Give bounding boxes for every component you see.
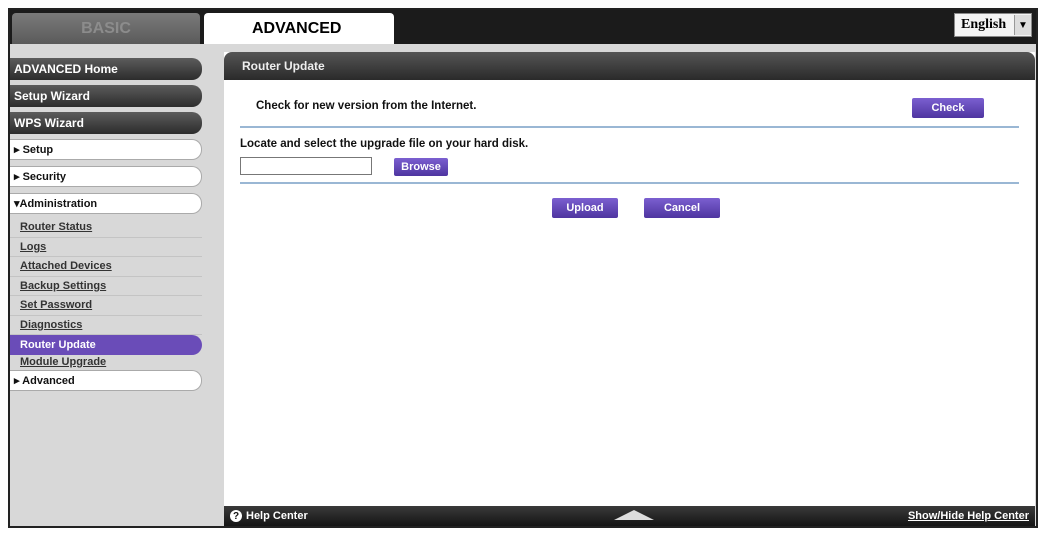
sidebar-item-setup[interactable]: ▸ Setup	[10, 139, 202, 160]
sidebar-subitem-module-upgrade[interactable]: Module Upgrade	[10, 355, 202, 370]
sidebar-item-advanced[interactable]: ▸ Advanced	[10, 369, 202, 391]
show-hide-help-center-link[interactable]: Show/Hide Help Center	[908, 510, 1029, 522]
help-center-bar: ? Help Center Show/Hide Help Center	[224, 506, 1035, 526]
main-panel: Router Update Check for new version from…	[224, 52, 1035, 518]
language-select[interactable]: English ▼	[954, 13, 1032, 37]
sidebar-subitem-set-password[interactable]: Set Password	[10, 296, 202, 316]
expand-handle-icon[interactable]	[614, 510, 654, 520]
locate-file-text: Locate and select the upgrade file on yo…	[240, 138, 529, 150]
upgrade-file-input[interactable]	[240, 157, 372, 175]
upload-button[interactable]: Upload	[552, 198, 618, 218]
tab-basic[interactable]: BASIC	[12, 13, 200, 44]
browse-button[interactable]: Browse	[394, 158, 448, 176]
cancel-button[interactable]: Cancel	[644, 198, 720, 218]
help-center-label: Help Center	[246, 510, 308, 522]
sidebar-item-security[interactable]: ▸ Security	[10, 166, 202, 187]
router-admin-window: BASIC ADVANCED English ▼ ADVANCED Home S…	[8, 8, 1038, 528]
divider	[240, 182, 1019, 184]
sidebar-item-administration[interactable]: ▾Administration	[10, 193, 202, 214]
language-selected-value: English	[961, 17, 1007, 32]
tab-advanced[interactable]: ADVANCED	[204, 13, 394, 44]
check-version-text: Check for new version from the Internet.	[256, 100, 477, 112]
help-center-link[interactable]: ? Help Center	[230, 510, 308, 522]
sidebar-nav: ADVANCED Home Setup Wizard WPS Wizard ▸ …	[10, 58, 202, 397]
check-button[interactable]: Check	[912, 98, 984, 118]
sidebar-subitem-router-update[interactable]: Router Update	[10, 335, 202, 355]
divider	[240, 126, 1019, 128]
help-icon: ?	[230, 510, 242, 522]
sidebar-subitem-backup-settings[interactable]: Backup Settings	[10, 277, 202, 296]
administration-submenu: Router Status Logs Attached Devices Back…	[10, 218, 202, 370]
sidebar-item-setup-wizard[interactable]: Setup Wizard	[10, 85, 202, 107]
sidebar-subitem-diagnostics[interactable]: Diagnostics	[10, 316, 202, 335]
chevron-down-icon[interactable]: ▼	[1014, 15, 1031, 35]
sidebar-item-advanced-home[interactable]: ADVANCED Home	[10, 58, 202, 80]
sidebar-subitem-router-status[interactable]: Router Status	[10, 218, 202, 238]
page-title: Router Update	[224, 52, 1035, 80]
top-bar: BASIC ADVANCED English ▼	[10, 10, 1036, 44]
sidebar-item-wps-wizard[interactable]: WPS Wizard	[10, 112, 202, 134]
sidebar-subitem-attached-devices[interactable]: Attached Devices	[10, 257, 202, 277]
sidebar-subitem-logs[interactable]: Logs	[10, 238, 202, 257]
